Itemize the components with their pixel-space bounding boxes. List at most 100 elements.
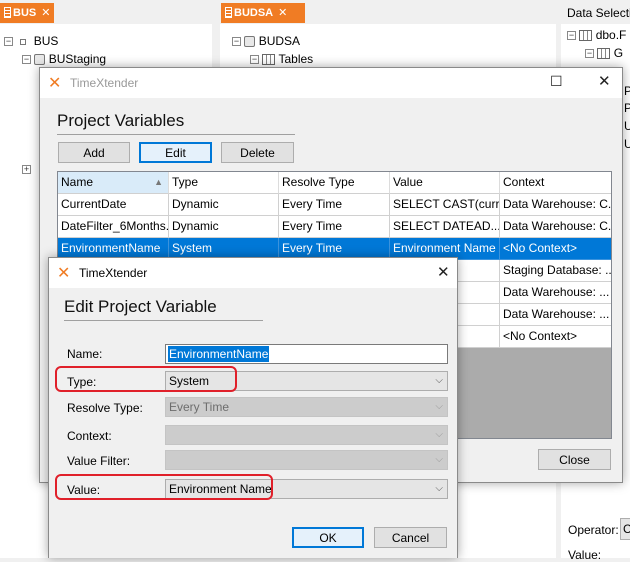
column-header-value[interactable]: Value	[390, 172, 500, 194]
dialog-heading: Project Variables	[57, 111, 185, 130]
name-input[interactable]: EnvironmentName	[165, 344, 448, 364]
table-cell: Data Warehouse: C...	[500, 194, 611, 216]
sort-ascending-icon: ▲	[154, 177, 163, 187]
delete-button[interactable]: Delete	[221, 142, 294, 163]
title-bar[interactable]: ✕ TimeXtender ✕	[49, 258, 457, 288]
dialog-heading: Edit Project Variable	[64, 297, 217, 316]
edit-button[interactable]: Edit	[139, 142, 212, 163]
heading-divider	[57, 134, 295, 135]
context-select: ⌵	[165, 425, 448, 445]
collapse-icon[interactable]: −	[232, 37, 241, 47]
resolve-type-select: Every Time ⌵	[165, 397, 448, 417]
table-cell: Staging Database: ...	[500, 260, 611, 282]
database-icon	[34, 54, 46, 66]
table-cell: Dynamic	[169, 194, 279, 216]
tree-node-bus[interactable]: − BUS	[4, 34, 58, 48]
name-label: Name:	[67, 347, 103, 361]
database-icon	[244, 36, 256, 48]
table-cell: CurrentDate	[58, 194, 169, 216]
field-fragment: P	[624, 84, 630, 98]
close-icon[interactable]: ✕	[41, 7, 50, 19]
edit-project-variable-dialog: ✕ TimeXtender ✕ Edit Project Variable Na…	[48, 257, 458, 558]
table-cell: Data Warehouse: C...	[500, 216, 611, 238]
heading-divider	[64, 320, 263, 321]
tree-node-label: Tables	[278, 52, 314, 66]
db-icon	[20, 38, 27, 45]
column-header-context[interactable]: Context	[500, 172, 611, 194]
table-cell: SELECT DATEAD...	[390, 216, 500, 238]
operator-select[interactable]: C	[620, 518, 630, 540]
window-title: TimeXtender	[70, 76, 139, 90]
chevron-down-icon: ⌵	[435, 483, 443, 494]
table-cell: Dynamic	[169, 216, 279, 238]
resolve-type-label: Resolve Type:	[67, 401, 143, 415]
tab-bus-label: BUS	[13, 7, 37, 19]
tree-node-label: G	[613, 46, 624, 60]
close-icon[interactable]: ✕	[278, 7, 287, 19]
value-filter-label: Value Filter:	[67, 454, 131, 468]
tree-node-label: dbo.F	[595, 28, 627, 42]
add-button[interactable]: Add	[58, 142, 130, 163]
tree-node-budsa[interactable]: − BUDSA	[232, 34, 300, 48]
close-button[interactable]: Close	[538, 449, 611, 470]
table-cell: Every Time	[279, 194, 390, 216]
data-selection-header: Data Selectio	[567, 6, 630, 20]
close-icon[interactable]: ✕	[437, 263, 450, 281]
title-bar[interactable]: ✕ TimeXtender ☐ ✕	[40, 68, 622, 98]
tree-node-tables[interactable]: − Tables	[250, 52, 313, 66]
table-cell: <No Context>	[500, 238, 611, 260]
tree-node-dbo[interactable]: − dbo.F	[567, 28, 626, 42]
ok-button[interactable]: OK	[292, 527, 364, 548]
collapse-icon[interactable]: −	[585, 49, 594, 59]
tree-node-g[interactable]: − G	[585, 46, 623, 60]
field-fragment: P	[624, 101, 630, 115]
collapse-icon[interactable]: −	[567, 31, 576, 41]
window-title: TimeXtender	[79, 266, 148, 280]
pin-icon[interactable]	[4, 7, 11, 18]
chevron-down-icon: ⌵	[435, 401, 443, 412]
collapse-icon[interactable]: −	[4, 37, 13, 47]
table-icon	[262, 54, 276, 66]
tab-budsa[interactable]: BUDSA ✕	[221, 3, 305, 23]
tree-node-label: BUS	[33, 34, 59, 48]
column-header-name[interactable]: Name ▲	[58, 172, 169, 194]
table-cell: Data Warehouse: ...	[500, 282, 611, 304]
operator-label: Operator:	[568, 523, 619, 537]
operator-value: C	[623, 522, 630, 536]
tree-node-label: BUStaging	[48, 52, 107, 66]
field-fragment: U	[624, 119, 630, 133]
context-label: Context:	[67, 429, 112, 443]
tab-budsa-label: BUDSA	[234, 7, 274, 19]
tree-node-label: BUDSA	[258, 34, 301, 48]
table-row[interactable]: CurrentDate Dynamic Every Time SELECT CAST(…	[58, 194, 611, 216]
tree-node-collapsed[interactable]: +	[22, 162, 31, 176]
field-fragment: U	[624, 137, 630, 151]
table-row[interactable]: DateFilter_6Months... Dynamic Every Time SE…	[58, 216, 611, 238]
pin-icon[interactable]	[225, 7, 232, 18]
table-cell: SELECT CAST(curr...	[390, 194, 500, 216]
chevron-down-icon: ⌵	[435, 454, 443, 465]
name-value: EnvironmentName	[168, 346, 270, 362]
expand-icon[interactable]: +	[22, 165, 31, 175]
chevron-down-icon: ⌵	[435, 429, 443, 440]
tab-bus[interactable]: BUS ✕	[0, 3, 54, 23]
table-cell: Data Warehouse: ...	[500, 304, 611, 326]
maximize-icon[interactable]: ☐	[550, 73, 563, 90]
tree-node-bustaging[interactable]: − BUStaging	[22, 52, 106, 66]
value-highlight-box	[55, 474, 273, 500]
close-icon[interactable]: ✕	[598, 72, 611, 90]
timextender-logo-icon: ✕	[57, 265, 71, 282]
table-icon	[597, 48, 611, 60]
collapse-icon[interactable]: −	[22, 55, 31, 65]
timextender-logo-icon: ✕	[48, 75, 62, 92]
cancel-button[interactable]: Cancel	[374, 527, 447, 548]
table-cell: Every Time	[279, 216, 390, 238]
column-header-resolve-type[interactable]: Resolve Type	[279, 172, 390, 194]
column-header-type[interactable]: Type	[169, 172, 279, 194]
resolve-type-value: Every Time	[169, 400, 230, 414]
table-cell: <No Context>	[500, 326, 611, 348]
value-label: Value:	[568, 548, 602, 562]
value-filter-select: ⌵	[165, 450, 448, 470]
collapse-icon[interactable]: −	[250, 55, 259, 65]
table-icon	[579, 30, 593, 42]
